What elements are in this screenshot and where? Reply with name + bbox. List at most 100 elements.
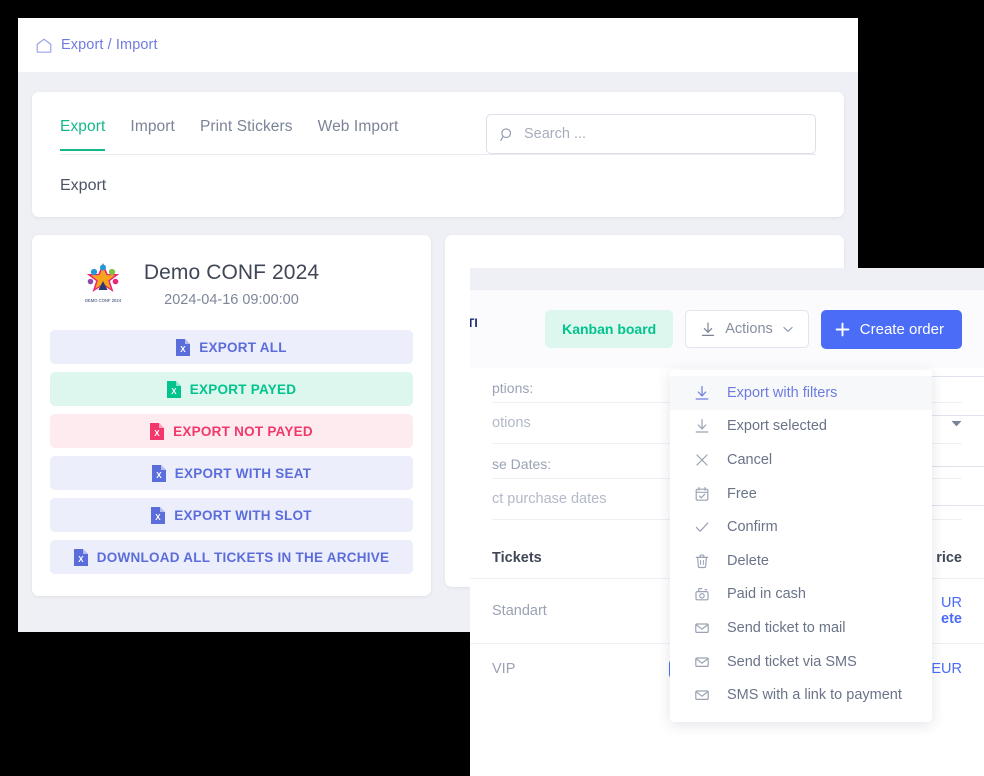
download-icon — [702, 321, 715, 336]
menu-item-label: Delete — [727, 552, 769, 569]
download-icon — [695, 419, 709, 433]
plus-icon — [835, 322, 850, 336]
event-logo-icon: DEMO CONF 2024 — [85, 263, 122, 303]
export-with-seat-button[interactable]: X EXPORT WITH SEAT — [50, 456, 413, 490]
menu-item-send-ticket-to-mail[interactable]: Send ticket to mail — [670, 611, 932, 645]
options-select-value: otions — [492, 415, 531, 431]
ticket-name: Standart — [492, 603, 547, 619]
menu-item-free[interactable]: Free — [670, 477, 932, 511]
svg-text:X: X — [154, 429, 160, 438]
column-header-tickets: Tickets — [492, 550, 542, 566]
orders-toolbar: TI Kanban board Actions Create order — [470, 290, 984, 368]
export-with-seat-label: EXPORT WITH SEAT — [174, 465, 312, 481]
search-input[interactable]: Search ... — [486, 114, 816, 154]
actions-label: Actions — [725, 321, 773, 337]
purchase-dates-value: ct purchase dates — [492, 491, 607, 507]
backdrop-left — [0, 0, 18, 650]
window1-topbar: Export / Import — [18, 18, 858, 72]
kanban-board-button[interactable]: Kanban board — [545, 310, 674, 348]
download-all-tickets-button[interactable]: X DOWNLOAD ALL TICKETS IN THE ARCHIVE — [50, 540, 413, 574]
delete-link[interactable]: ete — [941, 611, 962, 627]
breadcrumb-label: Export / Import — [61, 37, 158, 53]
export-not-payed-label: EXPORT NOT PAYED — [173, 423, 313, 439]
actions-dropdown-menu[interactable]: Export with filters Export selected Canc… — [670, 370, 932, 722]
create-order-button[interactable]: Create order — [820, 309, 962, 349]
menu-item-delete[interactable]: Delete — [670, 544, 932, 578]
actions-button[interactable]: Actions — [685, 310, 809, 348]
menu-item-paid-in-cash[interactable]: Paid in cash — [670, 578, 932, 612]
menu-item-send-ticket-via-sms[interactable]: Send ticket via SMS — [670, 645, 932, 679]
column-header-price: rice — [936, 550, 962, 566]
tab-export[interactable]: Export — [60, 118, 106, 151]
tab-list: Export Import Print Stickers Web Import — [60, 118, 398, 151]
svg-text:X: X — [171, 387, 177, 396]
backdrop-right-upper — [858, 0, 984, 268]
create-order-label: Create order — [859, 320, 944, 338]
chevron-down-icon — [783, 326, 793, 332]
menu-item-export-with-filters[interactable]: Export with filters — [670, 376, 932, 410]
clipped-heading: TI — [470, 316, 478, 330]
export-payed-label: EXPORT PAYED — [189, 381, 297, 397]
export-not-payed-button[interactable]: X EXPORT NOT PAYED — [50, 414, 413, 448]
export-with-slot-label: EXPORT WITH SLOT — [174, 507, 312, 523]
search-icon — [500, 127, 512, 141]
menu-item-label: Cancel — [727, 451, 773, 468]
menu-item-label: Send ticket to mail — [727, 619, 846, 636]
backdrop-top — [0, 0, 858, 18]
event-header: DEMO CONF 2024 Demo CONF 2024 2024-04-16… — [32, 235, 431, 314]
download-all-tickets-label: DOWNLOAD ALL TICKETS IN THE ARCHIVE — [96, 549, 390, 565]
envelope-icon — [695, 623, 709, 633]
tabs-card: Export Import Print Stickers Web Import … — [32, 92, 844, 217]
tab-web-import[interactable]: Web Import — [318, 118, 399, 151]
envelope-icon — [695, 690, 709, 701]
tab-print-stickers[interactable]: Print Stickers — [200, 118, 293, 151]
home-icon — [36, 38, 52, 53]
export-event-card: DEMO CONF 2024 Demo CONF 2024 2024-04-16… — [32, 235, 431, 596]
tab-import[interactable]: Import — [130, 118, 175, 151]
menu-item-label: SMS with a link to payment — [727, 687, 902, 704]
breadcrumb[interactable]: Export / Import — [36, 37, 158, 53]
menu-item-label: Confirm — [727, 519, 778, 536]
backdrop-bottom-left — [0, 650, 444, 776]
menu-item-confirm[interactable]: Confirm — [670, 510, 932, 544]
excel-file-icon: X — [150, 422, 165, 440]
menu-item-label: Free — [727, 485, 757, 502]
ticket-price: UR — [941, 595, 962, 611]
backdrop-gap — [444, 650, 470, 776]
excel-file-icon: X — [151, 464, 166, 482]
svg-text:X: X — [155, 513, 161, 522]
menu-item-export-selected[interactable]: Export selected — [670, 410, 932, 444]
excel-file-icon: X — [73, 548, 88, 566]
ticket-name: VIP — [492, 661, 516, 677]
export-all-label: EXPORT ALL — [199, 339, 287, 355]
close-x-icon — [696, 454, 708, 466]
calendar-check-icon — [695, 486, 709, 501]
export-button-list: X EXPORT ALL X EXPORT PAYED X EXPORT NOT… — [32, 314, 431, 596]
svg-text:X: X — [180, 345, 186, 354]
excel-file-icon: X — [166, 380, 181, 398]
menu-item-label: Send ticket via SMS — [727, 653, 857, 670]
svg-text:X: X — [78, 555, 84, 564]
svg-text:X: X — [156, 471, 162, 480]
cash-register-icon — [695, 588, 709, 601]
screen: Export / Import Export Import Print Stic… — [0, 0, 984, 776]
excel-file-icon: X — [176, 338, 191, 356]
check-icon — [695, 522, 709, 533]
menu-item-sms-with-link-to-payment[interactable]: SMS with a link to payment — [670, 678, 932, 712]
svg-text:DEMO CONF 2024: DEMO CONF 2024 — [85, 298, 122, 303]
menu-item-label: Paid in cash — [727, 586, 806, 603]
ticket-price-cell: UR ete — [941, 595, 962, 627]
export-all-button[interactable]: X EXPORT ALL — [50, 330, 413, 364]
tabs-row: Export Import Print Stickers Web Import … — [32, 92, 844, 154]
menu-item-label: Export selected — [727, 418, 827, 435]
envelope-icon — [695, 656, 709, 667]
backdrop-under-win1 — [0, 632, 470, 650]
search-placeholder: Search ... — [524, 126, 587, 142]
chevron-down-icon — [951, 420, 962, 426]
trash-icon — [695, 554, 709, 568]
export-with-slot-button[interactable]: X EXPORT WITH SLOT — [50, 498, 413, 532]
export-payed-button[interactable]: X EXPORT PAYED — [50, 372, 413, 406]
page-title: Export — [60, 177, 107, 194]
menu-item-cancel[interactable]: Cancel — [670, 443, 932, 477]
menu-item-label: Export with filters — [727, 384, 838, 401]
